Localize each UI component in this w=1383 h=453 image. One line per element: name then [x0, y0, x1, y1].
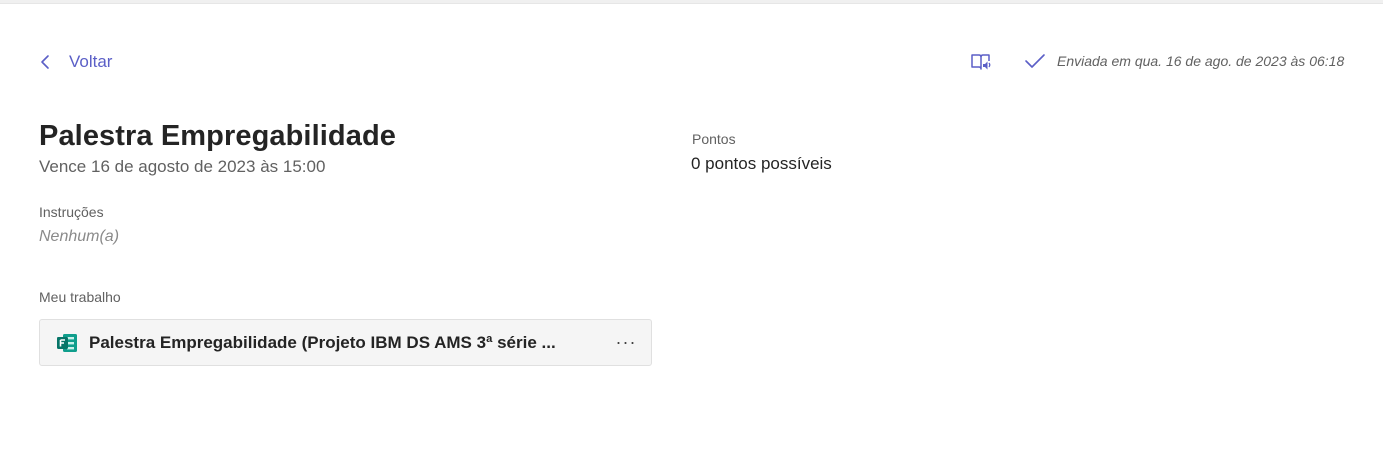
- instructions-label: Instruções: [39, 204, 104, 220]
- more-options-icon[interactable]: ···: [615, 330, 637, 354]
- instructions-value: Nenhum(a): [39, 228, 120, 245]
- top-divider: [0, 0, 1383, 4]
- immersive-reader-icon[interactable]: [970, 52, 992, 72]
- submission-status-text: Enviada em qua. 16 de ago. de 2023 às 06…: [1057, 53, 1345, 69]
- back-button[interactable]: Voltar: [40, 50, 112, 74]
- chevron-left-icon: [40, 50, 58, 74]
- submission-status: Enviada em qua. 16 de ago. de 2023 às 06…: [1024, 50, 1344, 72]
- attachment-name: Palestra Empregabilidade (Projeto IBM DS…: [89, 332, 556, 352]
- points-label: Pontos: [692, 131, 736, 147]
- points-value: 0 pontos possíveis: [691, 154, 832, 173]
- checkmark-icon: [1024, 50, 1046, 72]
- my-work-label: Meu trabalho: [39, 289, 121, 305]
- attachment-card[interactable]: Palestra Empregabilidade (Projeto IBM DS…: [39, 319, 652, 366]
- back-label: Voltar: [69, 52, 113, 71]
- microsoft-forms-icon: [56, 332, 78, 354]
- due-date: Vence 16 de agosto de 2023 às 15:00: [39, 157, 326, 176]
- assignment-title: Palestra Empregabilidade: [39, 120, 396, 152]
